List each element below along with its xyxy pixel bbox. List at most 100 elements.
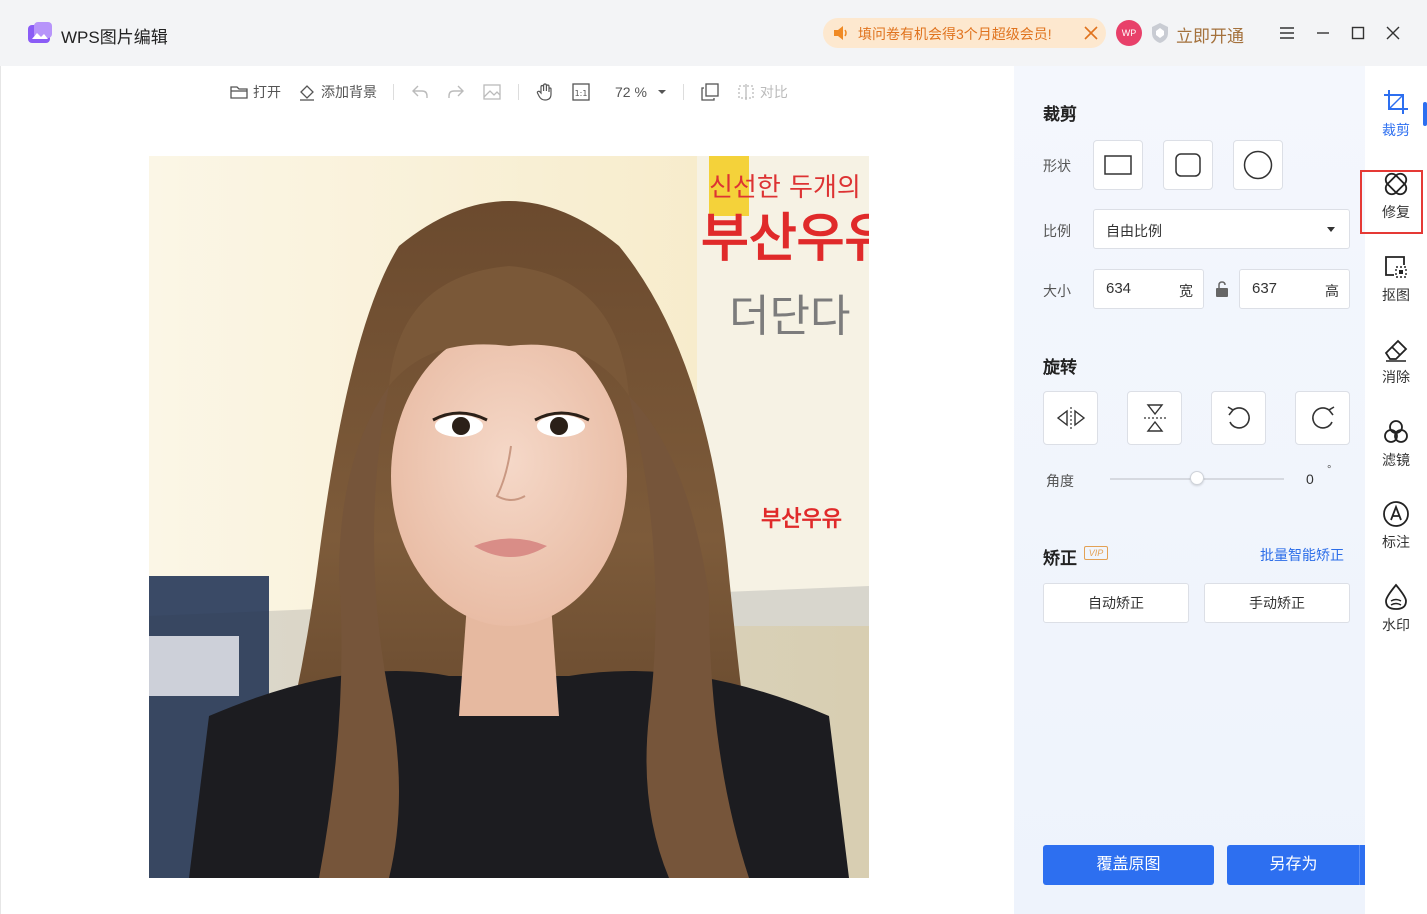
layers-button[interactable] — [700, 82, 720, 102]
sign-text-2: 부산우유 — [701, 209, 869, 269]
properties-panel: 裁剪 形状 比例 自由比例 大小 634 宽 637 高 旋转 角度 0 ° 矫… — [1014, 66, 1398, 914]
open-button[interactable]: 打开 — [229, 82, 281, 102]
nav-annotate[interactable]: 标注 — [1365, 496, 1427, 562]
paint-bucket-icon — [300, 85, 314, 101]
angle-label: 角度 — [1046, 473, 1074, 489]
size-label: 大小 — [1043, 283, 1071, 299]
flip-vertical-button[interactable] — [1127, 391, 1182, 445]
promo-banner[interactable]: 填问卷有机会得3个月超级会员! — [823, 18, 1106, 48]
redo-icon — [448, 85, 464, 98]
actual-size-button[interactable]: 1:1 — [571, 82, 591, 102]
annotate-icon — [1383, 501, 1409, 527]
add-background-button[interactable]: 添加背景 — [297, 82, 377, 102]
shape-rectangle-button[interactable] — [1093, 140, 1143, 190]
compare-label: 对比 — [759, 84, 788, 100]
photo-drawing: 신선한 두개의 얼음 부산우유 더단다 부산우유 — [149, 156, 869, 878]
svg-text:1:1: 1:1 — [575, 89, 588, 98]
angle-unit: ° — [1327, 464, 1332, 476]
crop-section-title: 裁剪 — [1043, 105, 1077, 124]
vip-shield-icon — [1152, 23, 1168, 43]
hand-icon — [536, 83, 552, 101]
angle-slider-thumb[interactable] — [1190, 471, 1204, 485]
chevron-down-icon — [1327, 227, 1335, 232]
nav-cutout[interactable]: 抠图 — [1365, 249, 1427, 315]
rounded-rectangle-icon — [1175, 153, 1201, 177]
batch-correct-link[interactable]: 批量智能矫正 — [1260, 545, 1344, 565]
shape-rounded-button[interactable] — [1163, 140, 1213, 190]
unlock-icon[interactable] — [1214, 280, 1230, 298]
nav-watermark[interactable]: 水印 — [1365, 579, 1427, 645]
circle-icon — [1243, 150, 1273, 180]
edited-photo[interactable]: 신선한 두개의 얼음 부산우유 더단다 부산우유 — [149, 156, 869, 878]
height-input[interactable]: 637 高 — [1239, 269, 1350, 309]
add-background-label: 添加背景 — [321, 84, 377, 100]
nav-crop[interactable]: 裁剪 — [1365, 84, 1427, 150]
ratio-value: 自由比例 — [1106, 223, 1162, 239]
compare-button[interactable]: 对比 — [736, 82, 788, 102]
rotate-left-button[interactable] — [1211, 391, 1266, 445]
toolbar-divider — [393, 84, 394, 100]
chevron-down-icon — [657, 90, 666, 94]
app-title: WPS图片编辑 — [61, 28, 168, 47]
repair-highlight-box — [1360, 170, 1423, 234]
layers-icon — [701, 83, 719, 101]
zoom-value: 72 % — [615, 84, 647, 100]
correct-section-title: 矫正 — [1043, 549, 1077, 568]
tool-sidebar: 裁剪 修复 抠图 消除 滤镜 标注 水印 — [1360, 66, 1427, 914]
zoom-dropdown[interactable]: 72 % — [615, 84, 667, 100]
height-value: 637 — [1252, 280, 1278, 297]
shape-label: 形状 — [1043, 158, 1071, 174]
nav-watermark-label: 水印 — [1382, 617, 1410, 633]
undo-button[interactable] — [410, 82, 430, 102]
nav-erase-label: 消除 — [1382, 369, 1410, 385]
open-label: 打开 — [253, 84, 281, 100]
menu-icon[interactable] — [1274, 20, 1300, 46]
sign-text-3: 더단다 — [729, 291, 850, 342]
nav-cutout-label: 抠图 — [1382, 287, 1410, 303]
rotate-section-title: 旋转 — [1043, 358, 1077, 377]
open-vip-link[interactable]: 立即开通 — [1176, 22, 1244, 47]
close-window-icon[interactable] — [1380, 20, 1406, 46]
nav-erase[interactable]: 消除 — [1365, 331, 1427, 397]
rotate-right-icon — [1311, 406, 1334, 429]
cutout-icon — [1385, 256, 1407, 278]
ratio-select[interactable]: 自由比例 — [1093, 209, 1350, 249]
compare-icon — [738, 84, 754, 100]
nav-filter[interactable]: 滤镜 — [1365, 414, 1427, 480]
avatar[interactable]: WP — [1116, 20, 1142, 46]
close-icon[interactable] — [1080, 22, 1102, 44]
manual-correct-button[interactable]: 手动矫正 — [1204, 583, 1350, 623]
ratio-label: 比例 — [1043, 223, 1071, 239]
nav-crop-label: 裁剪 — [1382, 122, 1410, 138]
angle-value: 0 — [1306, 471, 1314, 487]
flip-horizontal-button[interactable] — [1043, 391, 1098, 445]
vip-badge: VIP — [1084, 546, 1108, 560]
auto-correct-button[interactable]: 自动矫正 — [1043, 583, 1189, 623]
maximize-icon[interactable] — [1345, 20, 1371, 46]
sign-text-4: 부산우유 — [761, 507, 842, 532]
height-unit: 高 — [1325, 283, 1339, 299]
image-button[interactable] — [482, 82, 502, 102]
redo-button[interactable] — [446, 82, 466, 102]
nav-filter-label: 滤镜 — [1382, 452, 1410, 468]
canvas-toolbar: 打开 添加背景 1:1 72 % 对比 — [229, 78, 804, 106]
save-as-button[interactable]: 另存为 — [1227, 845, 1360, 885]
width-input[interactable]: 634 宽 — [1093, 269, 1204, 309]
rectangle-icon — [1104, 155, 1132, 175]
actual-size-icon: 1:1 — [572, 83, 590, 101]
width-unit: 宽 — [1179, 283, 1193, 299]
title-bar: WPS图片编辑 填问卷有机会得3个月超级会员! WP 立即开通 — [0, 0, 1427, 66]
minimize-icon[interactable] — [1310, 20, 1336, 46]
overwrite-button[interactable]: 覆盖原图 — [1043, 845, 1214, 885]
flip-vertical-icon — [1143, 404, 1166, 432]
app-logo-icon — [28, 22, 52, 43]
rotate-left-icon — [1227, 406, 1250, 429]
sign-text-1: 신선한 두개의 얼음 — [709, 173, 869, 203]
width-value: 634 — [1106, 280, 1132, 297]
hand-button[interactable] — [535, 82, 555, 102]
undo-icon — [412, 85, 428, 98]
shape-circle-button[interactable] — [1233, 140, 1283, 190]
nav-annotate-label: 标注 — [1382, 534, 1410, 550]
speaker-icon — [834, 26, 847, 40]
rotate-right-button[interactable] — [1295, 391, 1350, 445]
